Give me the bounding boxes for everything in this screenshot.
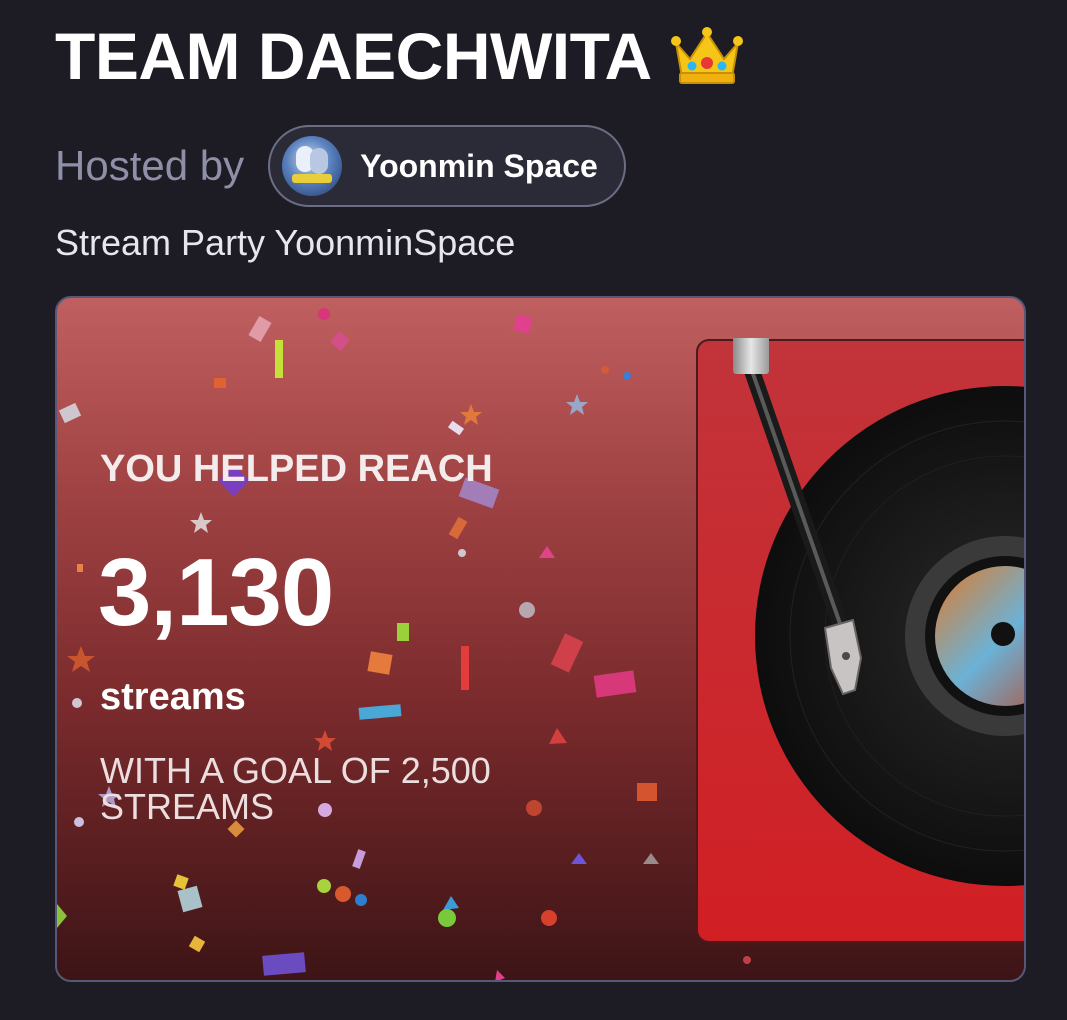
avatar (282, 136, 343, 196)
host-row: Hosted by Yoonmin Space (55, 122, 626, 210)
goal-text: WITH A GOAL OF 2,500 STREAMS (100, 750, 491, 827)
title-text: TEAM DAECHWITA (55, 19, 652, 93)
stream-count: 3,130 (98, 539, 334, 646)
hosted-by-label: Hosted by (55, 142, 245, 189)
stream-result-card: YOU HELPED REACH 3,130 streams WITH A GO… (55, 296, 1026, 982)
reach-label: YOU HELPED REACH (100, 448, 493, 490)
event-subtitle: Stream Party YoonminSpace (55, 222, 516, 263)
host-name: Yoonmin Space (360, 147, 598, 184)
crown-icon (670, 25, 744, 87)
page-title: TEAM DAECHWITA (55, 18, 744, 94)
turntable-illustration (696, 338, 1024, 943)
host-profile-chip[interactable]: Yoonmin Space (268, 125, 626, 207)
stream-count-unit: streams (100, 676, 246, 718)
